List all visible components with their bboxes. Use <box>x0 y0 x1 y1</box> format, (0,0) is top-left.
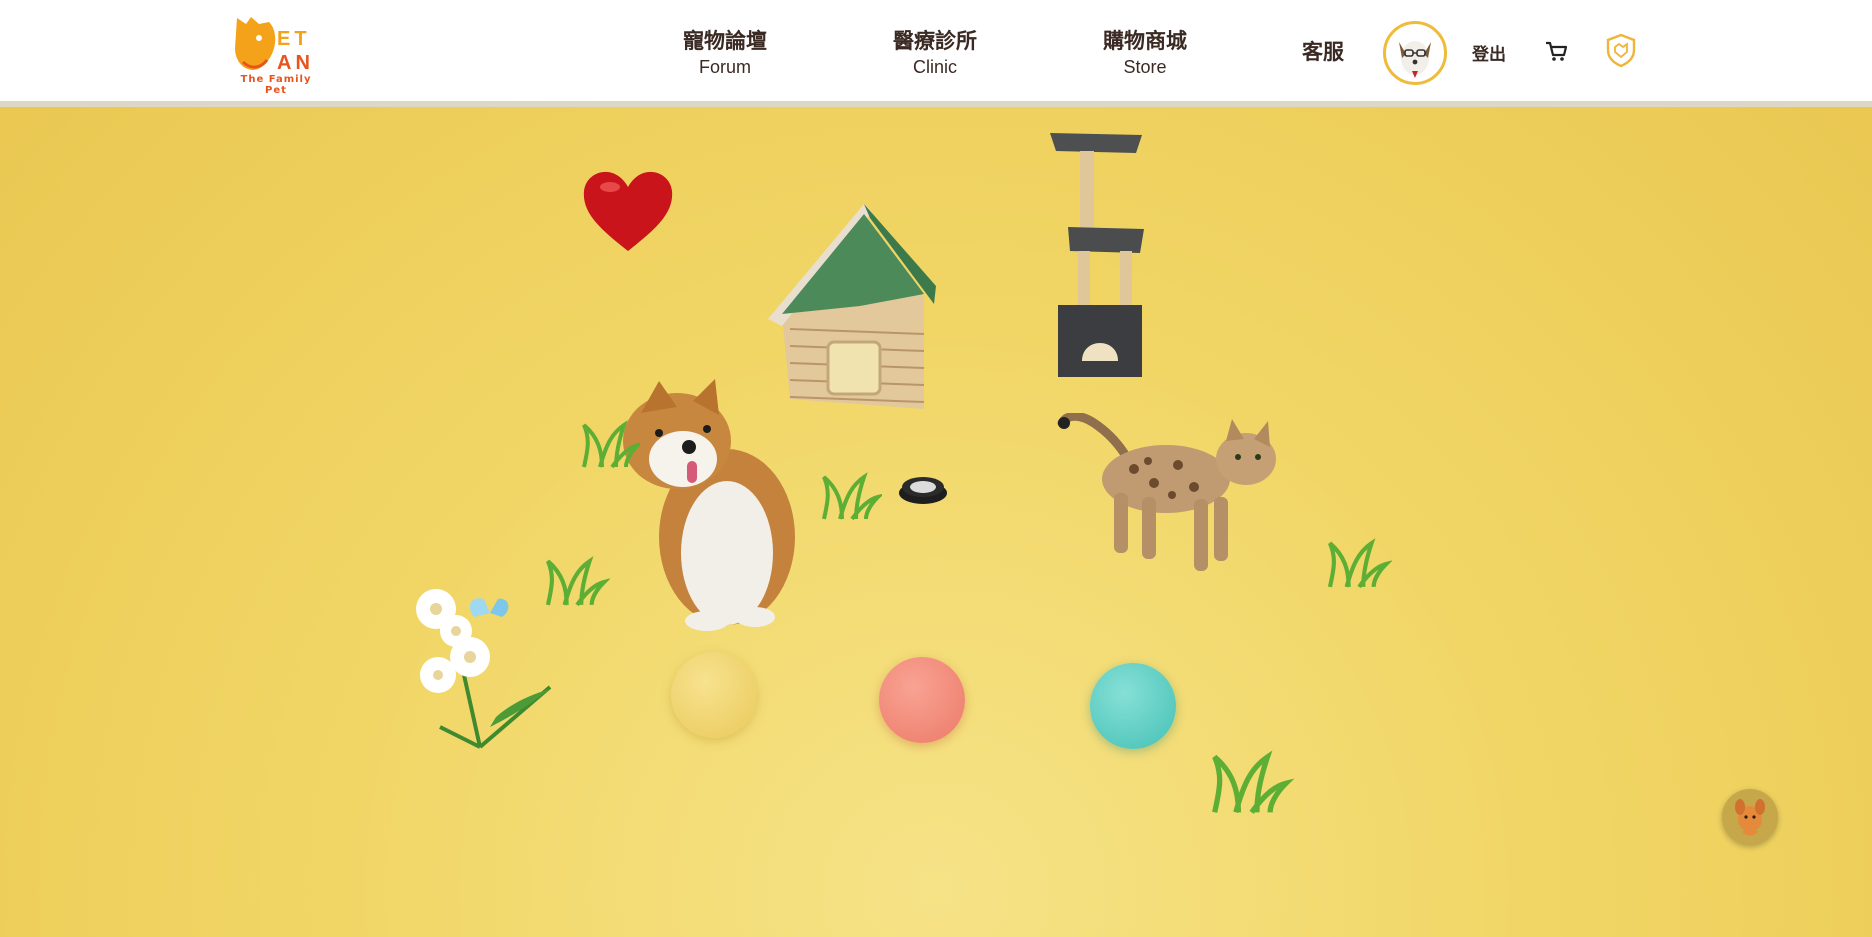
teal-ball[interactable] <box>1090 663 1176 749</box>
logo-text-top: ET <box>277 28 311 50</box>
logout-link[interactable]: 登出 <box>1472 40 1506 65</box>
nav-forum-en: Forum <box>698 57 751 77</box>
shopping-cart-icon[interactable] <box>1543 38 1569 64</box>
cat-tree-icon[interactable] <box>1044 129 1148 379</box>
yellow-ball[interactable] <box>671 652 757 738</box>
nav-clinic-zh: 醫療診所 <box>893 29 977 53</box>
nav-clinic[interactable]: 醫療診所 Clinic <box>890 25 980 78</box>
chat-helper-button[interactable] <box>1722 789 1778 845</box>
pet-bowl-icon[interactable] <box>896 469 950 509</box>
petan-logo[interactable]: ET AN The Family Pet <box>233 14 319 96</box>
grass-tuft-icon <box>1327 538 1392 589</box>
customer-service-link[interactable]: 客服 <box>1302 36 1344 66</box>
grass-tuft-icon <box>545 556 610 607</box>
grass-tuft-icon <box>1212 750 1295 814</box>
bengal-cat-icon[interactable] <box>1054 413 1284 593</box>
nav-forum-zh: 寵物論壇 <box>683 29 767 53</box>
nav-forum[interactable]: 寵物論壇 Forum <box>680 25 770 78</box>
dog-avatar-icon <box>1399 41 1431 78</box>
logo-tagline: The Family Pet <box>240 74 312 96</box>
nav-store[interactable]: 購物商城 Store <box>1100 25 1190 78</box>
grass-tuft-icon <box>582 420 640 469</box>
shiba-dog-icon[interactable] <box>615 377 815 637</box>
coral-ball[interactable] <box>879 657 965 743</box>
nav-clinic-en: Clinic <box>912 57 957 77</box>
user-avatar[interactable] <box>1383 21 1447 85</box>
logo-text-bottom: AN <box>277 52 314 74</box>
top-navbar: ET AN The Family Pet 寵物論壇 Forum 醫療診所 Cli… <box>0 0 1872 107</box>
dog-helper-icon <box>1735 799 1765 836</box>
heart-icon[interactable] <box>580 165 676 255</box>
nav-store-zh: 購物商城 <box>1103 29 1187 53</box>
nav-store-en: Store <box>1123 57 1167 77</box>
scene-canvas[interactable] <box>0 107 1872 937</box>
grass-tuft-icon <box>822 472 882 521</box>
butterfly-icon <box>469 598 509 617</box>
shield-badge-icon[interactable] <box>1604 32 1638 68</box>
